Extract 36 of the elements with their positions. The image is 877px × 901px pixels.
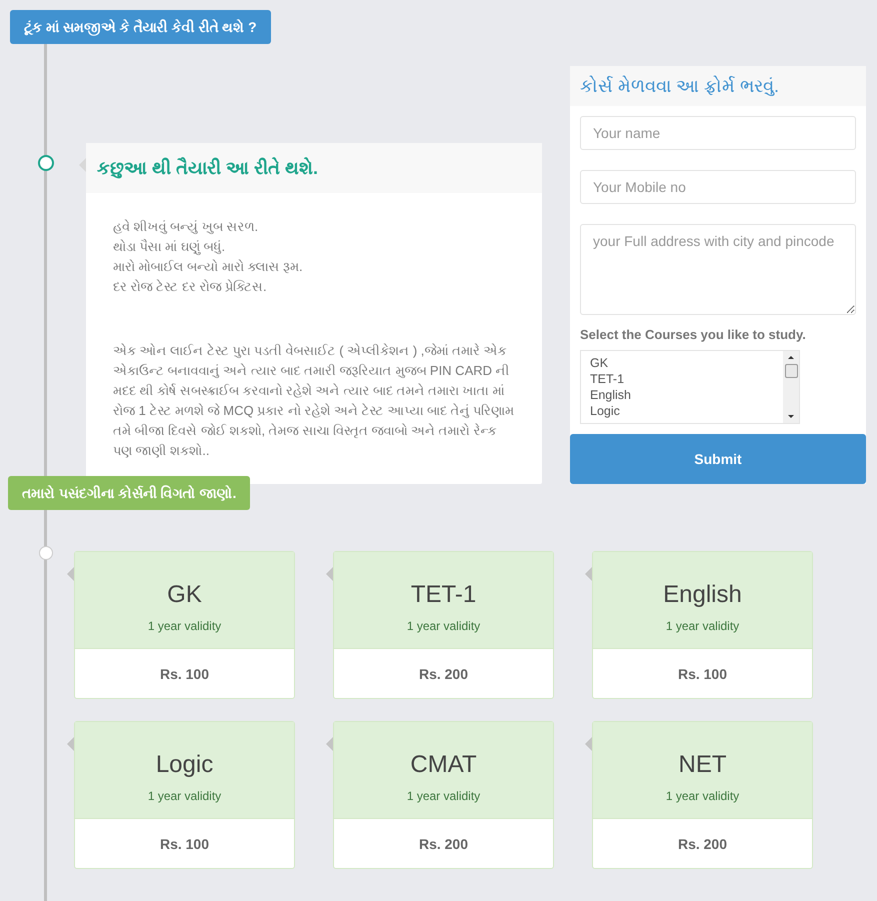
validity-text: 1 year validity [406,619,480,633]
course-name: English [663,581,742,609]
price-text: Rs. 200 [678,836,728,852]
course-name: CMAT [410,751,477,779]
section-badge: તમારો પસંદગીના કોર્સની વિગતો જાણો. [8,476,250,510]
info-lines: હવે શીખવું બન્યું ખુબ સરળ. થોડા પૈસા માં ઘણું બધું. મારો મોબાઈલ બન્યો મારો ક્લાસ રૂમ. દર રોજ ટેસ્ટ દર રોજ પ્રેક્ટિસ. [113,218,304,296]
price-text: Rs. 100 [160,666,210,682]
price-text: Rs. 200 [418,666,468,682]
validity-text: 1 year validity [666,789,740,803]
card-title: કછુઆ થી તૈયારી આ રીતે થશે. [97,158,318,178]
validity-text: 1 year validity [148,619,222,633]
course-option[interactable]: GK [590,355,774,371]
price-text: Rs. 200 [418,836,468,852]
price-text: Rs. 100 [160,836,210,852]
validity-text: 1 year validity [406,789,480,803]
courses-listbox[interactable]: GK TET-1 English Logic [580,350,800,424]
course-name: GK [167,581,202,609]
course-option[interactable]: Logic [590,403,774,419]
name-field[interactable]: Your name [580,116,856,150]
courses-label: Select the Courses you like to study. [580,327,807,342]
scrollbar[interactable] [783,351,799,423]
timeline-dot [39,546,53,560]
description-text: એક ઓન લાઈન ટેસ્ટ પુરા પડતી વેબસાઈટ ( એપ્લીકેશન ) ,જેમાં તમારે એક એકાઉન્ટ બનાવવાનું અને ત્યાર બાદ તમારી જરૂરિયાત મુજબ PIN CARD ની મદદ થી કોર્ષ સબસ્ક્રાઈબ કરવાનો રહેશે અને ત્યાર બાદ તમને તમારા ખાતા માં રોજ 1 ટેસ્ટ મળશે જે MCQ પ્રકાર નો રહેશે અને ટેસ્ટ આપ્યા બાદ તેનું પરિણામ તમે બીજા દિવસે જોઈ શકશો, તેમજ સાચા વિસ્તૃત જવાબો અને તમારો રેન્ક પણ જાણી શકશો.. [113,342,515,460]
price-text: Rs. 100 [678,666,728,682]
course-option[interactable]: English [590,387,774,403]
course-option[interactable]: TET-1 [590,371,774,387]
address-field[interactable]: your Full address with city and pincode [580,224,856,315]
timeline-dot [38,155,54,171]
course-name: TET-1 [410,581,476,609]
course-name: Logic [156,751,214,779]
section-badge: ટૂંક માં સમજીએ કે તૈયારી કેવી રીતે થશે ? [10,10,271,44]
validity-text: 1 year validity [666,619,740,633]
mobile-field[interactable]: Your Mobile no [580,170,856,204]
validity-text: 1 year validity [148,789,222,803]
form-title: કોર્સ મેળવવા આ ફ્રોર્મ ભરવું. [580,76,780,96]
course-name: NET [678,751,726,779]
